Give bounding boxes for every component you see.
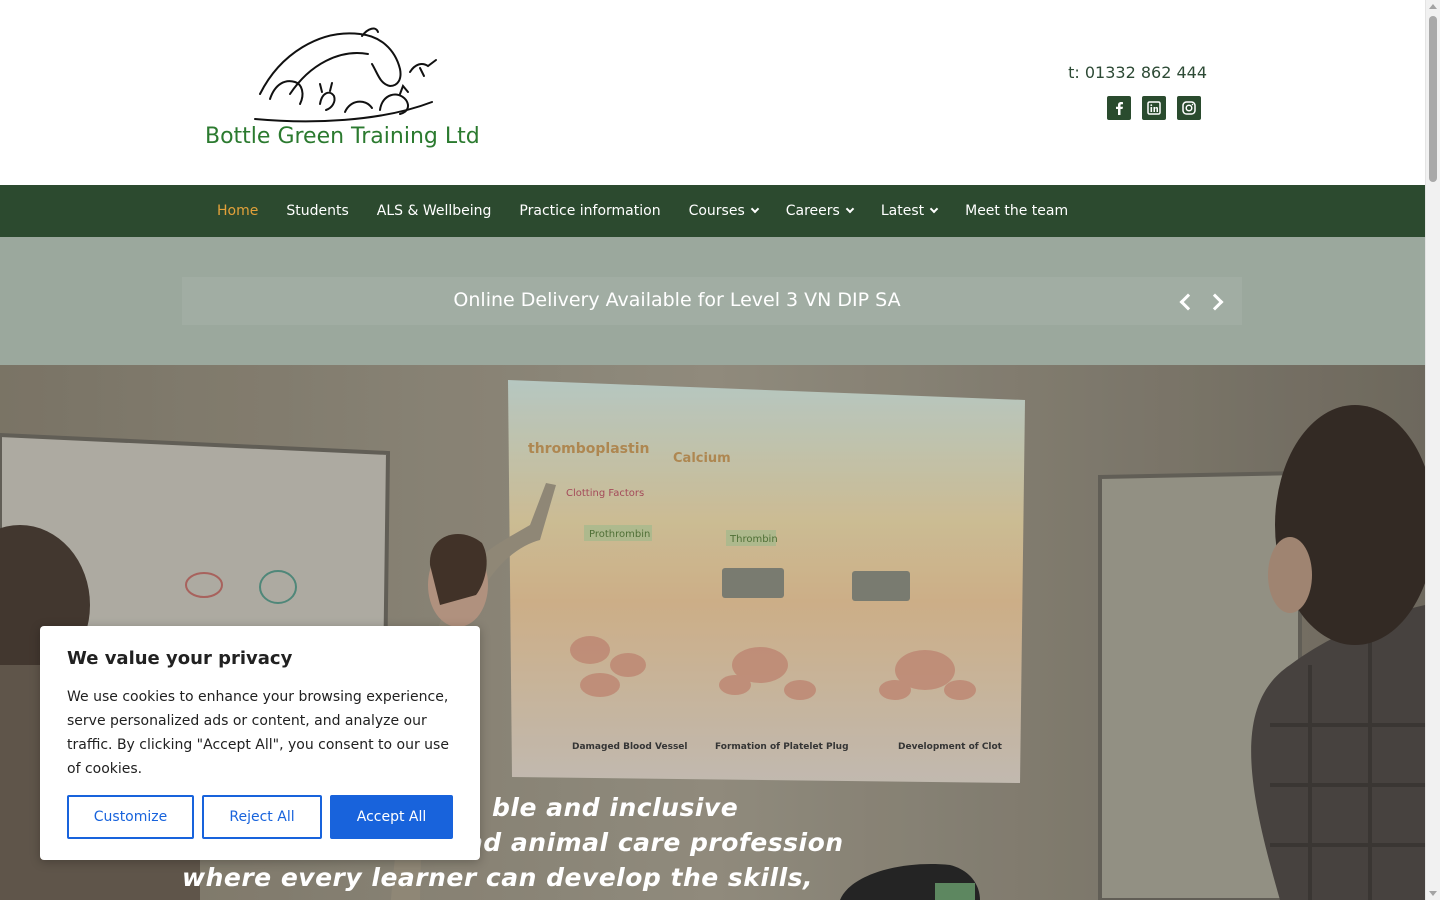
nav-item-label: Students <box>286 203 349 219</box>
nav-item-als-wellbeing[interactable]: ALS & Wellbeing <box>363 203 506 219</box>
scrollbar-thumb[interactable] <box>1429 16 1437 182</box>
nav-item-meet-the-team[interactable]: Meet the team <box>951 203 1082 219</box>
nav-item-label: Home <box>217 203 259 219</box>
instagram-icon[interactable] <box>1177 96 1201 120</box>
nav-item-practice-information[interactable]: Practice information <box>505 203 674 219</box>
nav-item-label: Careers <box>785 203 840 219</box>
cookie-body: We use cookies to enhance your browsing … <box>67 689 449 777</box>
nav-item-label: ALS & Wellbeing <box>376 203 492 219</box>
nav-item-latest[interactable]: Latest <box>867 203 951 219</box>
chevron-down-icon <box>750 204 759 214</box>
nav-item-courses[interactable]: Courses <box>675 203 772 219</box>
site-header: Bottle Green Training Ltd t: 01332 862 4… <box>0 0 1425 185</box>
nav-item-label: Meet the team <box>965 203 1069 219</box>
main-nav: Home Students ALS & Wellbeing Practice i… <box>0 185 1425 237</box>
hero-subtitle-line: where every learner can develop the skil… <box>182 863 814 892</box>
logo-text: Bottle Green Training Ltd <box>205 124 480 149</box>
reject-all-button[interactable]: Reject All <box>202 795 322 839</box>
scroll-up-icon[interactable] <box>1429 4 1437 9</box>
nav-item-students[interactable]: Students <box>272 203 362 219</box>
logo-animals-icon <box>254 27 437 123</box>
nav-item-label: Latest <box>880 203 925 219</box>
chevron-left-icon[interactable] <box>1176 291 1196 311</box>
page-scrollbar[interactable] <box>1425 0 1440 900</box>
nav-item-careers[interactable]: Careers <box>772 203 867 219</box>
announcement-text[interactable]: Online Delivery Available for Level 3 VN… <box>182 289 1172 311</box>
linkedin-icon[interactable] <box>1142 96 1166 120</box>
nav-item-label: Courses <box>688 203 745 219</box>
facebook-icon[interactable] <box>1107 96 1131 120</box>
customize-button[interactable]: Customize <box>67 795 194 839</box>
nav-item-home[interactable]: Home <box>203 203 272 219</box>
chevron-right-icon[interactable] <box>1207 291 1227 311</box>
phone-number[interactable]: t: 01332 862 444 <box>1068 63 1207 82</box>
logo[interactable]: Bottle Green Training Ltd <box>200 24 480 158</box>
nav-item-label: Practice information <box>519 203 661 219</box>
cookie-consent-dialog: We value your privacy We use cookies to … <box>40 626 480 860</box>
chevron-down-icon <box>929 204 939 214</box>
cookie-title: We value your privacy <box>67 648 293 669</box>
page: Bottle Green Training Ltd t: 01332 862 4… <box>0 0 1440 900</box>
scroll-down-icon[interactable] <box>1429 891 1437 896</box>
social-links <box>1107 96 1201 120</box>
announcement-carousel: Online Delivery Available for Level 3 VN… <box>182 277 1242 325</box>
cookie-buttons: Customize Reject All Accept All <box>67 795 453 839</box>
announcement-bar: Online Delivery Available for Level 3 VN… <box>0 237 1425 365</box>
accept-all-button[interactable]: Accept All <box>330 795 453 839</box>
chevron-down-icon <box>845 204 855 214</box>
